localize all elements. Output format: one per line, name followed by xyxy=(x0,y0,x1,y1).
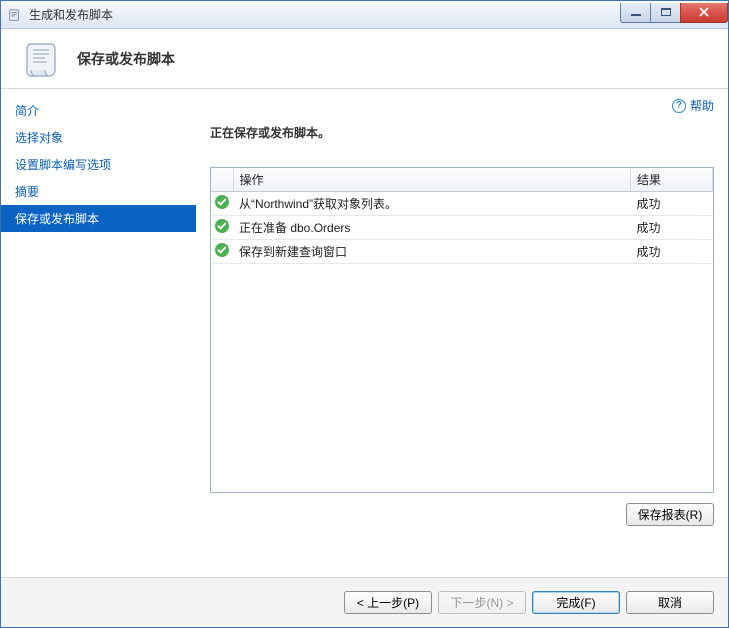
success-icon xyxy=(214,218,230,234)
save-report-button[interactable]: 保存报表(R) xyxy=(626,503,714,526)
table-row: 保存到新建查询窗口 成功 xyxy=(211,240,713,264)
table-row: 正在准备 dbo.Orders 成功 xyxy=(211,216,713,240)
wizard-window: 生成和发布脚本 保存或发布脚本 简介 选择对象 设置脚本编写选项 摘要 保存或发… xyxy=(0,0,729,628)
success-icon xyxy=(214,242,230,258)
table-row: 从“Northwind”获取对象列表。 成功 xyxy=(211,192,713,216)
wizard-footer: < 上一步(P) 下一步(N) > 完成(F) 取消 xyxy=(1,577,728,627)
help-label: 帮助 xyxy=(690,97,714,114)
maximize-button[interactable] xyxy=(650,3,680,23)
help-icon: ? xyxy=(672,99,686,113)
close-button[interactable] xyxy=(680,3,728,23)
wizard-header: 保存或发布脚本 xyxy=(1,29,728,89)
cell-result: 成功 xyxy=(631,216,713,240)
window-title: 生成和发布脚本 xyxy=(29,6,620,23)
col-header-result[interactable]: 结果 xyxy=(631,168,713,192)
finish-button[interactable]: 完成(F) xyxy=(532,591,620,614)
page-title: 保存或发布脚本 xyxy=(77,49,175,69)
success-icon xyxy=(214,194,230,210)
titlebar[interactable]: 生成和发布脚本 xyxy=(1,1,728,29)
col-header-action[interactable]: 操作 xyxy=(233,168,631,192)
header-script-icon xyxy=(21,38,63,80)
cell-action: 保存到新建查询窗口 xyxy=(233,240,631,264)
cell-result: 成功 xyxy=(631,240,713,264)
sidebar: 简介 选择对象 设置脚本编写选项 摘要 保存或发布脚本 xyxy=(1,89,196,577)
progress-table: 操作 结果 从“Northwind”获取对象列表。 成功 正在准备 dbo.Or xyxy=(210,167,714,493)
window-controls xyxy=(620,3,728,23)
sidebar-item-choose-objects[interactable]: 选择对象 xyxy=(1,124,196,151)
sidebar-item-intro[interactable]: 简介 xyxy=(1,97,196,124)
cell-result: 成功 xyxy=(631,192,713,216)
status-heading: 正在保存或发布脚本。 xyxy=(210,124,714,141)
wizard-body: 简介 选择对象 设置脚本编写选项 摘要 保存或发布脚本 ? 帮助 正在保存或发布… xyxy=(1,89,728,577)
cancel-button[interactable]: 取消 xyxy=(626,591,714,614)
minimize-button[interactable] xyxy=(620,3,650,23)
app-icon xyxy=(7,7,23,23)
content-area: ? 帮助 正在保存或发布脚本。 操作 结果 xyxy=(196,89,728,577)
cell-action: 正在准备 dbo.Orders xyxy=(233,216,631,240)
next-button: 下一步(N) > xyxy=(438,591,526,614)
col-header-icon xyxy=(211,168,233,192)
sidebar-item-scripting-options[interactable]: 设置脚本编写选项 xyxy=(1,151,196,178)
sidebar-item-save-publish[interactable]: 保存或发布脚本 xyxy=(1,205,196,232)
help-link[interactable]: ? 帮助 xyxy=(672,97,714,114)
back-button[interactable]: < 上一步(P) xyxy=(344,591,432,614)
cell-action: 从“Northwind”获取对象列表。 xyxy=(233,192,631,216)
sidebar-item-summary[interactable]: 摘要 xyxy=(1,178,196,205)
